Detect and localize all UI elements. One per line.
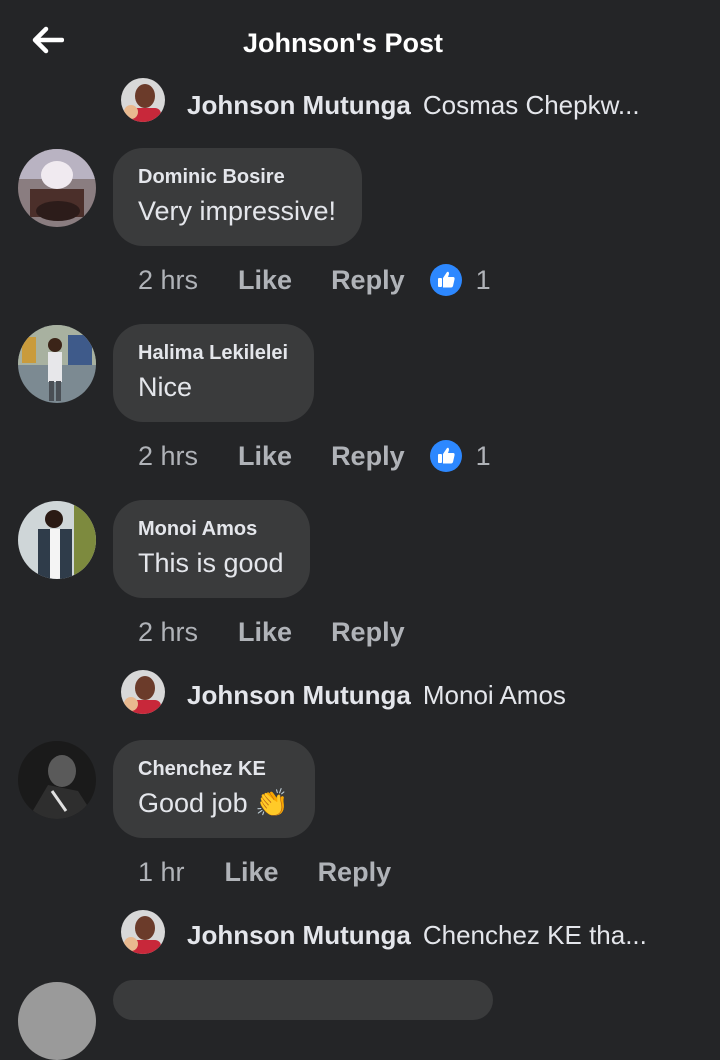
reply-preview-row[interactable]: Johnson Mutunga Cosmas Chepkw...	[121, 78, 701, 126]
reaction-summary[interactable]: 1	[429, 264, 491, 296]
reply-snippet: Cosmas Chepkw...	[422, 90, 640, 120]
comment-text: Good job 👏	[138, 786, 289, 820]
reply-button[interactable]: Reply	[331, 617, 405, 648]
comment-bubble[interactable]: Chenchez KE Good job 👏	[113, 740, 315, 838]
avatar[interactable]	[18, 325, 96, 403]
reaction-summary[interactable]: 1	[429, 440, 491, 472]
reply-preview-row[interactable]: Johnson Mutunga Chenchez KE tha...	[121, 910, 701, 958]
comment-author[interactable]: Chenchez KE	[138, 758, 289, 780]
comment-actions: 2 hrs Like Reply 1	[138, 262, 491, 298]
reply-author[interactable]: Johnson Mutunga	[187, 90, 411, 120]
comment-actions: 1 hr Like Reply	[138, 854, 391, 890]
comment-time[interactable]: 2 hrs	[138, 617, 198, 648]
page-title: Johnson's Post	[243, 28, 443, 58]
reply-button[interactable]: Reply	[331, 441, 405, 472]
avatar[interactable]	[121, 78, 165, 122]
comment-bubble[interactable]: Dominic Bosire Very impressive!	[113, 148, 363, 246]
like-button[interactable]: Like	[238, 441, 292, 472]
comment-bubble[interactable]	[113, 980, 493, 1020]
comment-author[interactable]: Halima Lekilelei	[138, 342, 288, 364]
top-bar: Johnson's Post	[0, 0, 720, 88]
reply-snippet: Monoi Amos	[422, 680, 566, 710]
avatar[interactable]	[18, 501, 96, 579]
like-button[interactable]: Like	[225, 857, 279, 888]
comment-time[interactable]: 2 hrs	[138, 441, 198, 472]
comment-author[interactable]: Dominic Bosire	[138, 166, 336, 188]
reply-preview-text: Johnson Mutunga Chenchez KE tha...	[187, 920, 647, 951]
avatar[interactable]	[121, 910, 165, 954]
like-count: 1	[475, 264, 491, 295]
comment-author[interactable]: Monoi Amos	[138, 518, 284, 540]
reply-preview-row[interactable]: Johnson Mutunga Monoi Amos	[121, 670, 701, 718]
comment-bubble[interactable]: Halima Lekilelei Nice	[113, 324, 315, 422]
comment-text: Nice	[138, 372, 193, 402]
comment-actions: 2 hrs Like Reply	[138, 614, 405, 650]
comment-text-value: Good job	[138, 788, 248, 818]
like-button[interactable]: Like	[238, 265, 292, 296]
thumbs-up-icon	[429, 264, 462, 296]
comment-text: This is good	[138, 548, 284, 578]
avatar[interactable]	[18, 741, 96, 819]
comment-time[interactable]: 2 hrs	[138, 265, 198, 296]
reply-button[interactable]: Reply	[331, 265, 405, 296]
reply-preview-text: Johnson Mutunga Cosmas Chepkw...	[187, 90, 640, 121]
comment-bubble[interactable]: Monoi Amos This is good	[113, 500, 310, 598]
comment-time[interactable]: 1 hr	[138, 857, 185, 888]
clapping-hands-emoji: 👏	[255, 788, 289, 818]
reply-button[interactable]: Reply	[318, 857, 392, 888]
avatar[interactable]	[18, 982, 96, 1060]
reply-author[interactable]: Johnson Mutunga	[187, 680, 411, 710]
like-count: 1	[475, 440, 491, 471]
reply-snippet: Chenchez KE tha...	[422, 920, 647, 950]
thumbs-up-icon	[429, 440, 462, 472]
like-button[interactable]: Like	[238, 617, 292, 648]
avatar[interactable]	[121, 670, 165, 714]
reply-author[interactable]: Johnson Mutunga	[187, 920, 411, 950]
reply-preview-text: Johnson Mutunga Monoi Amos	[187, 680, 566, 711]
comment-text: Very impressive!	[138, 196, 337, 226]
comment-actions: 2 hrs Like Reply 1	[138, 438, 491, 474]
avatar[interactable]	[18, 149, 96, 227]
